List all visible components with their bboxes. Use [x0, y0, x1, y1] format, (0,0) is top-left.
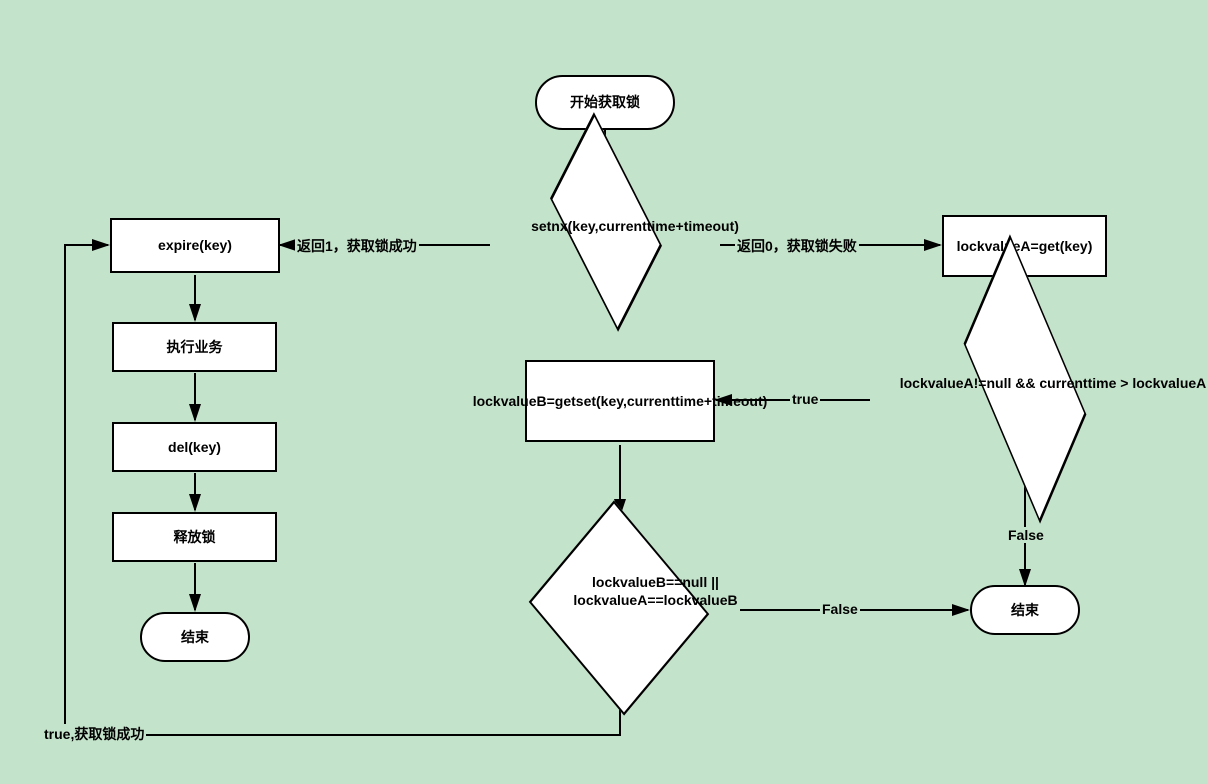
checka-decision: lockvalueA!=null && currenttime > lockva…: [870, 325, 1180, 480]
end1-label: 结束: [181, 628, 209, 646]
del-node: del(key): [112, 422, 277, 472]
edge-checkb-false: False: [820, 601, 860, 617]
geta-label: lockvalueA=get(key): [957, 237, 1093, 255]
expire-label: expire(key): [158, 236, 232, 254]
setnx-decision: setnx(key,currenttime+timeout): [490, 178, 720, 314]
checkb-decision: lockvalueB==null || lockvalueA==lockvalu…: [498, 518, 743, 708]
start-node: 开始获取锁: [535, 75, 675, 130]
release-label: 释放锁: [174, 528, 216, 546]
edge-setnx-right: 返回0，获取锁失败: [735, 236, 859, 256]
setnx-label: setnx(key,currenttime+timeout): [490, 178, 780, 236]
edge-setnx-left: 返回1，获取锁成功: [295, 236, 419, 256]
end1-node: 结束: [140, 612, 250, 662]
biz-node: 执行业务: [112, 322, 277, 372]
end2-label: 结束: [1011, 601, 1039, 619]
expire-node: expire(key): [110, 218, 280, 273]
checkb-label: lockvalueB==null || lockvalueA==lockvalu…: [498, 518, 813, 609]
edge-checkb-true: true,获取锁成功: [42, 724, 146, 744]
release-node: 释放锁: [112, 512, 277, 562]
edge-checka-true: true: [790, 391, 820, 407]
getset-label: lockvalueB=getset(key,currenttime+timeou…: [473, 392, 768, 410]
start-label: 开始获取锁: [570, 93, 640, 111]
end2-node: 结束: [970, 585, 1080, 635]
edge-checka-false: False: [1006, 527, 1046, 543]
checka-label: lockvalueA!=null && currenttime > lockva…: [870, 325, 1208, 393]
getset-node: lockvalueB=getset(key,currenttime+timeou…: [525, 360, 715, 442]
biz-label: 执行业务: [167, 338, 223, 356]
flowchart-canvas: 开始获取锁 setnx(key,currenttime+timeout) exp…: [0, 0, 1208, 784]
del-label: del(key): [168, 438, 221, 456]
